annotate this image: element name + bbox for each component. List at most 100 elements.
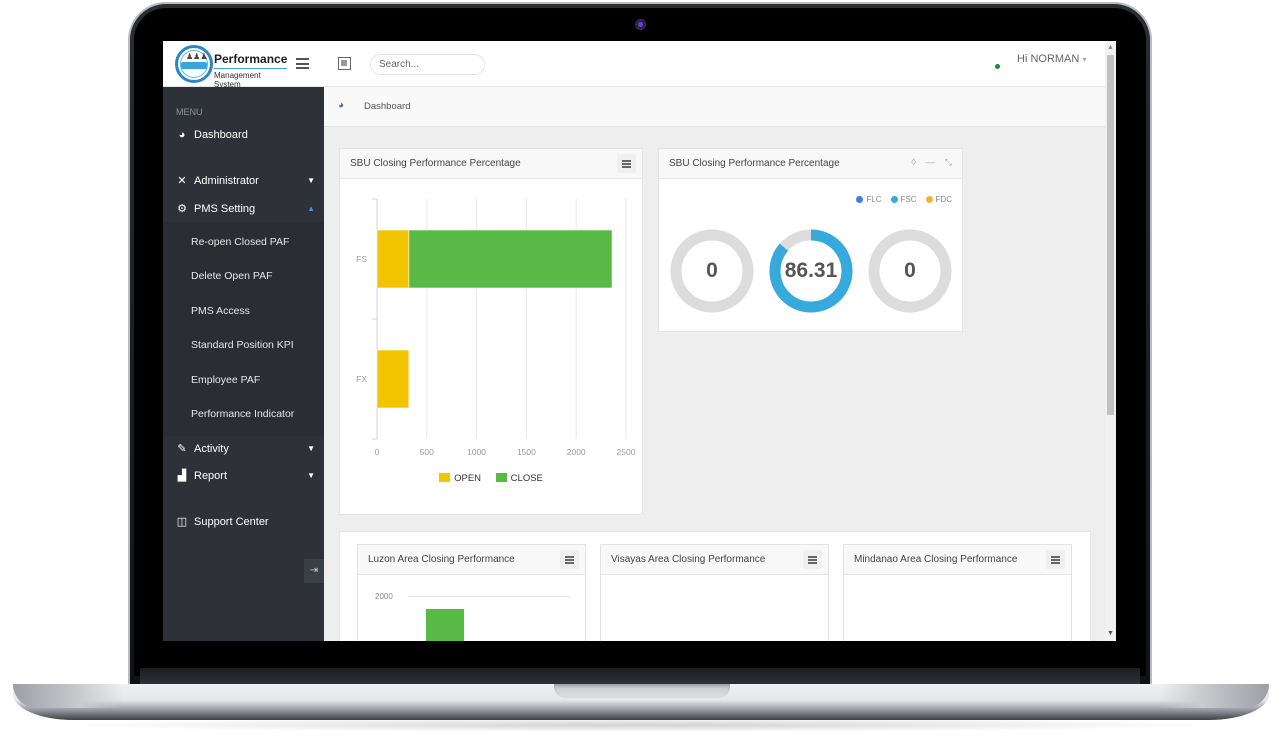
tools-icon: ✕ [177,175,187,187]
legend-label-flc[interactable]: FLC [866,195,881,204]
sidebar-item-support-center[interactable]: ◫ Support Center [163,511,324,535]
sidebar-item-label: Support Center [194,516,269,528]
panel-menu-icon[interactable] [560,550,579,569]
logo-band [181,62,207,69]
x-tick-label: 2000 [567,447,586,457]
legend-label-close: CLOSE [510,473,543,484]
app-logo[interactable]: ♟♟♟ Performance Management System [175,45,287,89]
submenu-item-standard-position-kpi[interactable]: Standard Position KPI [191,339,294,351]
people-icon: ♟♟♟ [186,52,208,61]
x-tick-label: 1000 [467,447,486,457]
mindanao-panel: Mindanao Area Closing Performance [843,544,1072,641]
panel-title: Mindanao Area Closing Performance [854,554,1018,565]
sidebar-item-label: Report [194,470,228,482]
submenu-item-pms-access[interactable]: PMS Access [191,305,250,317]
panel-title: SBU Closing Performance Percentage [669,158,840,169]
sidebar-item-label: Administrator [194,175,259,187]
donut-fdc: 0 [867,223,953,319]
book-icon: ◫ [176,516,188,528]
panel-header: SBU Closing Performance Percentage [340,149,642,179]
menu-toggle-icon[interactable] [296,58,309,69]
dashboard-icon: ◕ [178,129,186,141]
sbu-donut-panel: SBU Closing Performance Percentage ◊ — ⤡ F… [658,148,963,332]
legend-dot-fsc [890,196,898,203]
submenu-item-performance-indicator[interactable]: Performance Indicator [191,408,294,420]
area-performance-section: Luzon Area Closing Performance 2000 Visa… [339,531,1091,641]
legend-label-fsc[interactable]: FSC [901,195,917,204]
search-input[interactable] [370,54,485,75]
laptop-shadow [60,718,1220,732]
donut-fsc-value: 86.31 [784,259,838,282]
legend-dot-flc [856,196,864,203]
sidebar-item-activity[interactable]: ✎ Activity ▼ [163,438,324,462]
luzon-chart: 2000 [358,575,585,641]
panel-tools: ◊ — ⤡ [901,157,952,168]
online-status-icon [995,64,1000,69]
edit-icon: ✎ [177,443,187,455]
bar-fs-close [408,229,613,289]
sidebar-item-administrator[interactable]: ✕ Administrator ▼ [163,170,324,194]
user-menu[interactable]: Hi NORMAN ▾ [1017,53,1086,65]
sidebar: MENU ◕ Dashboard ✕ Administrator ▼ ⚙ PMS… [163,87,324,641]
submenu-item-employee-paf[interactable]: Employee PAF [191,374,260,386]
sidebar-collapse-icon[interactable]: ⇥ [304,559,324,583]
x-tick-label: 500 [420,447,434,457]
sidebar-item-label: Activity [194,443,229,455]
legend-swatch-open [439,473,451,482]
scroll-down-icon[interactable]: ▼ [1105,629,1116,639]
legend-item-close[interactable]: CLOSE [495,473,543,484]
panel-header: SBU Closing Performance Percentage ◊ — ⤡ [659,149,962,179]
submenu-item-reopen-closed-paf[interactable]: Re-open Closed PAF [191,236,289,248]
chevron-down-icon: ▾ [1082,55,1087,64]
panel-header: Luzon Area Closing Performance [358,545,585,575]
minimize-icon[interactable]: — [926,157,935,167]
scroll-up-icon[interactable]: ▲ [1105,43,1116,53]
luzon-panel: Luzon Area Closing Performance 2000 [357,544,586,641]
donut-flc: 0 [669,223,755,319]
donut-flc-value: 0 [706,259,718,282]
donut-legend: FLC FSC FDC [847,195,952,204]
logo-emblem-icon: ♟♟♟ [175,45,213,83]
panel-menu-icon[interactable] [1046,550,1065,569]
chart-legend: OPEN CLOSE [340,473,642,484]
legend-label-fdc[interactable]: FDC [936,195,952,204]
sidebar-item-dashboard[interactable]: ◕ Dashboard [163,124,324,148]
panel-menu-icon[interactable] [617,154,636,173]
laptop-hinge [140,668,1140,684]
color-drop-icon[interactable]: ◊ [911,157,915,167]
dashboard-home-icon[interactable]: ◕ [338,100,344,111]
sbu-bar-chart-panel: SBU Closing Performance Percentage 0 500 1… [339,148,643,515]
pms-setting-submenu: Re-open Closed PAF Delete Open PAF PMS A… [163,222,324,436]
webcam-icon [635,19,646,30]
y-category-label: FS [356,254,367,264]
fullscreen-icon[interactable] [338,57,351,70]
caret-up-icon: ▲ [307,204,315,213]
collapse-arrows-icon[interactable]: ⤡ [945,157,952,167]
breadcrumb-current: Dashboard [364,101,411,112]
panel-title: Visayas Area Closing Performance [611,554,766,565]
panel-title: SBU Closing Performance Percentage [350,158,521,169]
gears-icon: ⚙ [177,203,187,215]
sidebar-item-report[interactable]: ▟ Report ▼ [163,465,324,489]
x-tick-label: 2500 [617,447,636,457]
laptop-notch [554,684,730,698]
gridline [408,596,570,597]
x-tick-label: 0 [375,447,380,457]
sbu-bar-chart: 0 500 1000 1500 2000 2500 FS FX [356,198,636,457]
bar-chart-icon: ▟ [177,470,187,482]
caret-down-icon: ▼ [307,471,315,480]
panel-header: Visayas Area Closing Performance [601,545,828,575]
top-navbar: ♟♟♟ Performance Management System Hi NOR… [163,41,1105,89]
bar-fs-open [376,229,410,289]
sidebar-item-pms-setting[interactable]: ⚙ PMS Setting ▲ [163,198,324,222]
page-scrollbar[interactable]: ▲ ▼ [1105,41,1116,641]
scroll-thumb[interactable] [1107,55,1114,415]
submenu-item-delete-open-paf[interactable]: Delete Open PAF [191,270,273,282]
user-greeting: Hi NORMAN [1017,53,1080,65]
panel-menu-icon[interactable] [803,550,822,569]
legend-item-open[interactable]: OPEN [439,473,481,484]
sidebar-item-label: PMS Setting [194,203,256,215]
x-tick-label: 1500 [517,447,536,457]
visayas-panel: Visayas Area Closing Performance [600,544,829,641]
bar-fx-open [376,349,410,409]
